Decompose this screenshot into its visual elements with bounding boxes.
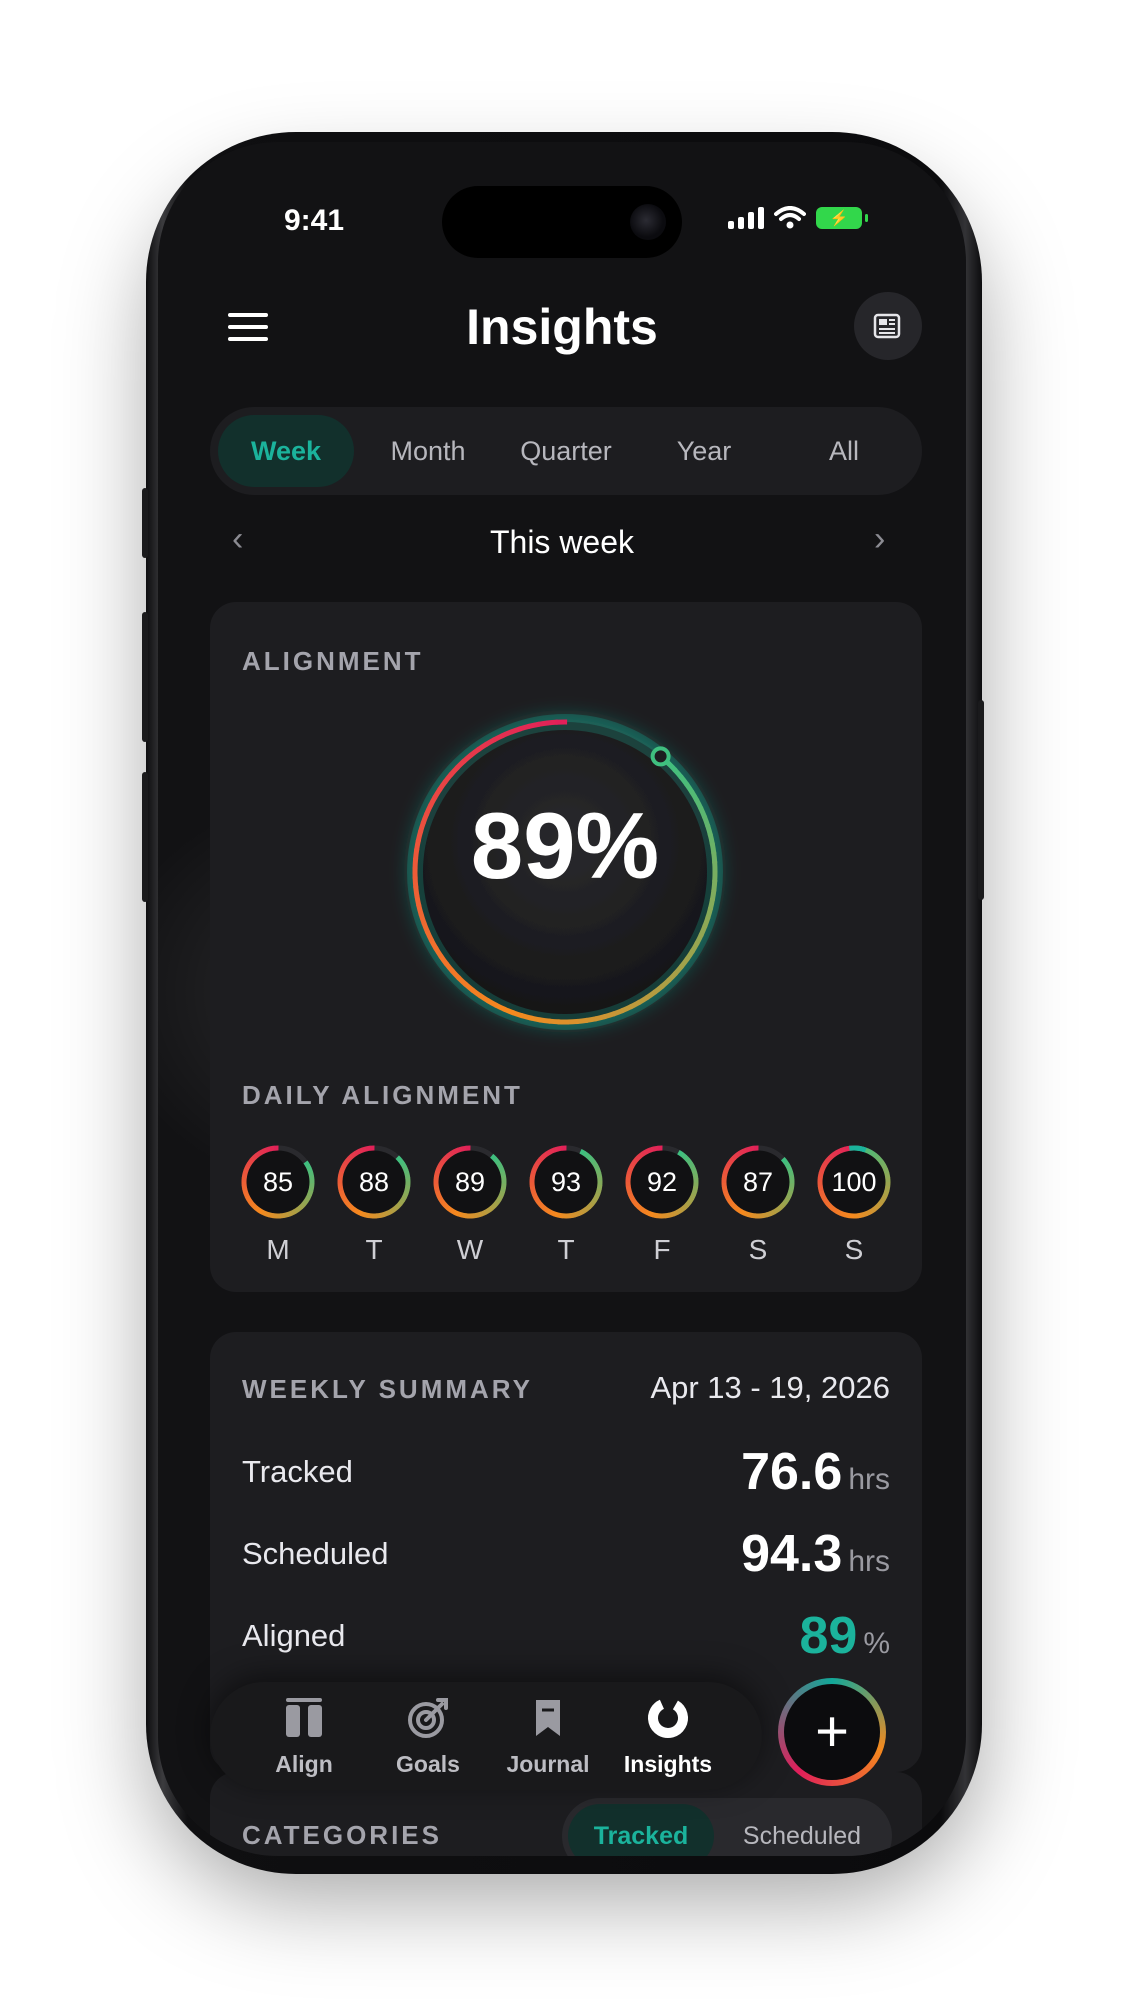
row-label: Tracked [242, 1454, 353, 1489]
scheduled-unit: hrs [848, 1545, 890, 1578]
day-value: 93 [550, 1167, 582, 1197]
bookmark-icon [536, 1700, 560, 1736]
day-ring: 100 [814, 1142, 894, 1222]
row-label: Scheduled [242, 1536, 389, 1571]
status-icons: ⚡ [728, 206, 868, 230]
categories-toggle: Tracked Scheduled [562, 1798, 892, 1856]
add-button[interactable]: + [778, 1678, 886, 1786]
day-value: 87 [742, 1167, 774, 1197]
daily-alignment-title: DAILY ALIGNMENT [242, 1080, 523, 1110]
day-value: 88 [358, 1167, 390, 1197]
day-label: F [653, 1234, 671, 1265]
tab-year[interactable]: Year [636, 415, 772, 487]
newspaper-icon [873, 313, 901, 339]
period-navigation: ‹ This week › [158, 512, 966, 572]
row-value: 76.6 hrs [741, 1442, 890, 1502]
day-label: T [557, 1234, 575, 1265]
toggle-scheduled[interactable]: Scheduled [722, 1804, 882, 1856]
dynamic-island [442, 186, 682, 258]
day-value: 89 [454, 1167, 486, 1197]
day-label: W [456, 1234, 484, 1265]
side-button-power [978, 700, 984, 900]
alignment-card: ALIGNMENT 89% DAILY ALIGNMENT 85 M 88 T … [210, 602, 922, 1292]
weekly-summary-title: WEEKLY SUMMARY [242, 1374, 533, 1404]
day-item[interactable]: 100 S [814, 1142, 894, 1266]
tab-journal[interactable]: Journal [488, 1696, 608, 1778]
target-arrow-icon [408, 1698, 448, 1738]
toggle-tracked[interactable]: Tracked [568, 1804, 714, 1856]
donut-chart-icon [648, 1698, 688, 1738]
tab-quarter[interactable]: Quarter [498, 415, 634, 487]
bottom-tab-bar: Align Goals Journal Insights [210, 1682, 762, 1790]
day-ring: 89 [430, 1142, 510, 1222]
day-label: T [365, 1234, 383, 1265]
day-label: M [266, 1234, 290, 1265]
day-item[interactable]: 89 W [430, 1142, 510, 1266]
tab-week[interactable]: Week [218, 415, 354, 487]
period-segmented-control: Week Month Quarter Year All [210, 407, 922, 495]
tab-label: Align [275, 1751, 333, 1777]
tab-align[interactable]: Align [244, 1696, 364, 1778]
day-item[interactable]: 92 F [622, 1142, 702, 1266]
date-range: Apr 13 - 19, 2026 [650, 1370, 890, 1405]
row-label: Aligned [242, 1618, 346, 1653]
day-ring: 93 [526, 1142, 606, 1222]
side-button-volume-up [142, 612, 148, 742]
tab-insights[interactable]: Insights [608, 1696, 728, 1778]
side-button-action [142, 488, 148, 558]
day-item[interactable]: 88 T [334, 1142, 414, 1266]
period-label: This week [489, 524, 635, 560]
day-value: 100 [831, 1167, 877, 1197]
alignment-percentage: 89% [470, 793, 660, 898]
day-label: S [844, 1234, 864, 1265]
plus-icon: + [815, 1699, 849, 1764]
page-title: Insights [466, 299, 658, 355]
tracked-value: 76.6 [741, 1443, 843, 1501]
day-value: 85 [262, 1167, 294, 1197]
aligned-value: 89 [799, 1607, 858, 1665]
alignment-arc-start-knob [650, 746, 671, 767]
day-value: 92 [646, 1167, 678, 1197]
alignment-title: ALIGNMENT [242, 646, 424, 676]
tab-all[interactable]: All [776, 415, 912, 487]
day-item[interactable]: 87 S [718, 1142, 798, 1266]
categories-title: CATEGORIES [242, 1820, 442, 1850]
day-ring: 85 [238, 1142, 318, 1222]
tab-month[interactable]: Month [360, 415, 496, 487]
pause-bars-icon [286, 1698, 322, 1737]
day-ring: 92 [622, 1142, 702, 1222]
day-ring: 87 [718, 1142, 798, 1222]
day-ring: 88 [334, 1142, 414, 1222]
summary-row-tracked: Tracked 76.6 hrs [242, 1442, 890, 1502]
row-value: 89% [799, 1606, 890, 1666]
row-value: 94.3 hrs [741, 1524, 890, 1584]
status-time: 9:41 [284, 204, 345, 237]
newspaper-button[interactable] [854, 292, 922, 360]
aligned-unit: % [863, 1627, 890, 1660]
tab-label: Goals [396, 1751, 460, 1777]
summary-row-scheduled: Scheduled 94.3 hrs [242, 1524, 890, 1584]
day-label: S [748, 1234, 768, 1265]
tab-label: Insights [623, 1751, 713, 1777]
summary-row-aligned: Aligned 89% [242, 1606, 890, 1666]
app-screen: 9:41 ⚡ Insights Week Month Quarter Year [158, 142, 966, 1856]
scheduled-value: 94.3 [741, 1525, 843, 1583]
tab-goals[interactable]: Goals [368, 1696, 488, 1778]
day-item[interactable]: 93 T [526, 1142, 606, 1266]
front-camera [630, 204, 666, 240]
cellular-signal-icon [728, 207, 764, 229]
chevron-right-icon[interactable]: › [874, 520, 885, 559]
battery-charging-icon: ⚡ [816, 207, 868, 229]
tracked-unit: hrs [848, 1463, 890, 1496]
wifi-icon [774, 206, 806, 229]
day-item[interactable]: 85 M [238, 1142, 318, 1266]
side-button-volume-down [142, 772, 148, 902]
daily-alignment-row: 85 M 88 T 89 W 93 T 92 F 87 S 100 S [238, 1142, 894, 1266]
tab-label: Journal [506, 1751, 590, 1777]
